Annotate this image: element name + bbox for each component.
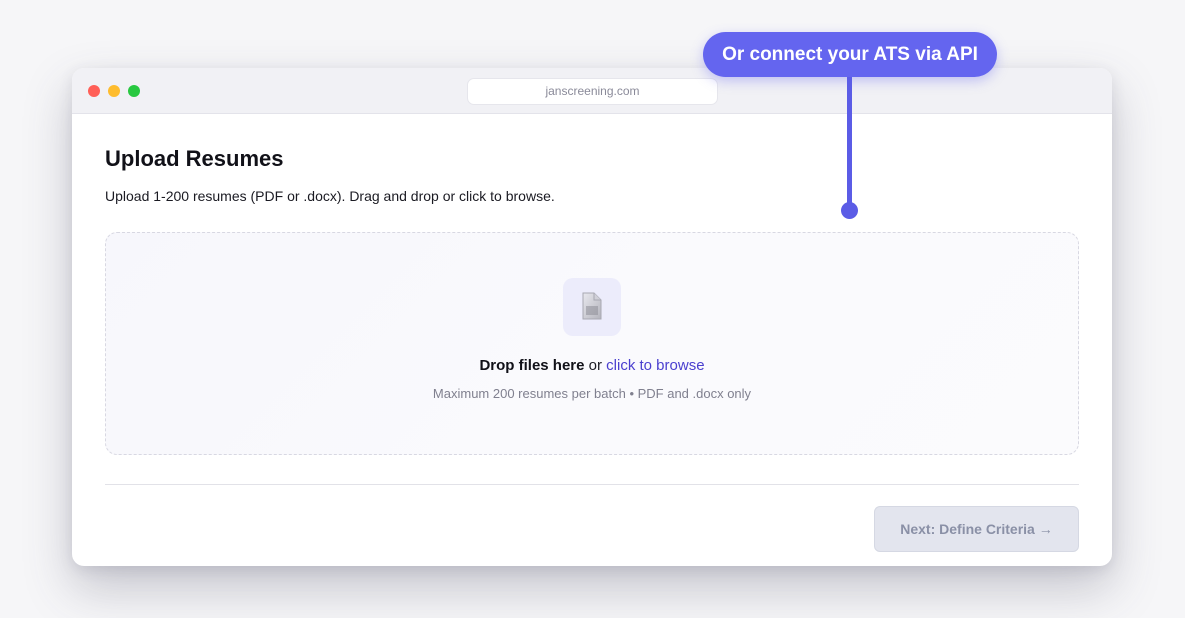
ats-api-callout: Or connect your ATS via API bbox=[703, 32, 997, 77]
next-define-criteria-button[interactable]: Next: Define Criteria → bbox=[874, 506, 1079, 552]
address-bar[interactable]: janscreening.com bbox=[467, 78, 718, 105]
page-subtitle: Upload 1-200 resumes (PDF or .docx). Dra… bbox=[105, 188, 555, 204]
callout-connector-line bbox=[847, 77, 852, 207]
file-icon bbox=[582, 292, 602, 320]
file-icon-container bbox=[563, 278, 621, 336]
maximize-window-button[interactable] bbox=[128, 85, 140, 97]
browse-link[interactable]: click to browse bbox=[606, 357, 704, 374]
browser-window: janscreening.com Upload Resumes Upload 1… bbox=[72, 68, 1112, 566]
upload-page: Upload Resumes Upload 1-200 resumes (PDF… bbox=[72, 114, 1112, 566]
page-title: Upload Resumes bbox=[105, 146, 284, 171]
drop-files-label: Drop files here bbox=[479, 357, 585, 374]
upload-limits-hint: Maximum 200 resumes per batch • PDF and … bbox=[432, 386, 752, 401]
footer-divider bbox=[105, 484, 1079, 485]
callout-anchor-dot bbox=[841, 202, 858, 219]
close-window-button[interactable] bbox=[88, 85, 100, 97]
or-separator: or bbox=[584, 357, 607, 374]
file-dropzone[interactable]: Drop files here or click to browse Maxim… bbox=[105, 232, 1079, 455]
drop-instructions: Drop files here or click to browse bbox=[106, 357, 1078, 374]
minimize-window-button[interactable] bbox=[108, 85, 120, 97]
